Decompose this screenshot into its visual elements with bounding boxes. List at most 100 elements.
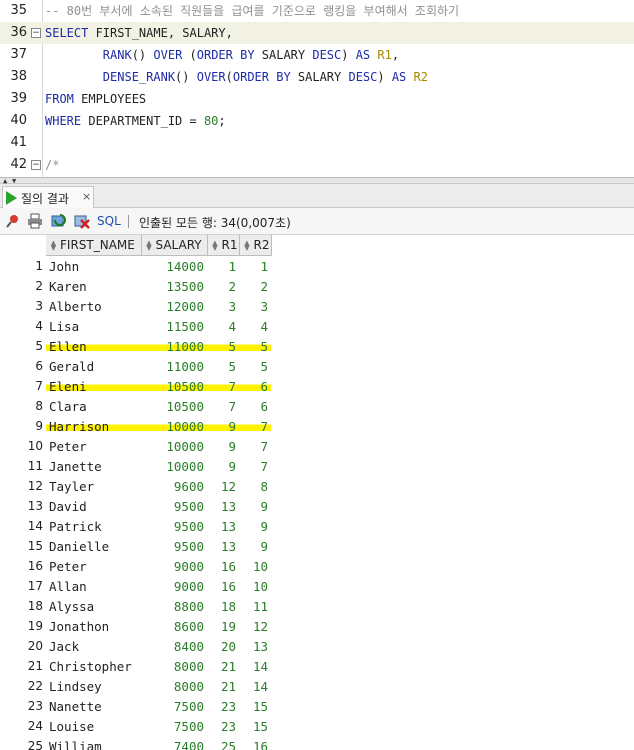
cell-r1[interactable]: 23 — [207, 696, 239, 716]
cell-r2[interactable]: 9 — [239, 536, 271, 556]
cell-first-name[interactable]: William — [46, 736, 141, 750]
row-number[interactable]: 19 — [0, 616, 46, 636]
code-text[interactable]: SELECT FIRST_NAME, SALARY, — [45, 22, 233, 44]
cell-salary[interactable]: 8000 — [141, 656, 207, 676]
cell-r1[interactable]: 25 — [207, 736, 239, 750]
code-line[interactable]: 38 DENSE_RANK() OVER(ORDER BY SALARY DES… — [0, 66, 634, 88]
cell-r1[interactable]: 7 — [207, 376, 239, 396]
cell-first-name[interactable]: Tayler — [46, 476, 141, 496]
cell-r1[interactable]: 13 — [207, 496, 239, 516]
cell-r2[interactable]: 4 — [239, 316, 271, 336]
cell-r2[interactable]: 16 — [239, 736, 271, 750]
sql-button[interactable]: SQL — [97, 214, 121, 228]
cell-salary[interactable]: 11500 — [141, 316, 207, 336]
row-number[interactable]: 21 — [0, 656, 46, 676]
cell-r2[interactable]: 5 — [239, 336, 271, 356]
close-icon[interactable]: × — [82, 190, 91, 203]
cell-salary[interactable]: 10000 — [141, 416, 207, 436]
cell-r2[interactable]: 11 — [239, 596, 271, 616]
cell-r1[interactable]: 19 — [207, 616, 239, 636]
cell-salary[interactable]: 8400 — [141, 636, 207, 656]
code-line[interactable]: 35 -- 80번 부서에 소속된 직원들을 급여를 기준으로 랭킹을 부여해서 … — [0, 0, 634, 22]
table-row[interactable]: 24 Louise 7500 23 15 — [0, 716, 271, 736]
cell-first-name[interactable]: Lisa — [46, 316, 141, 336]
row-number[interactable]: 3 — [0, 296, 46, 316]
cell-r1[interactable]: 21 — [207, 676, 239, 696]
cell-first-name[interactable]: Karen — [46, 276, 141, 296]
table-row[interactable]: 8 Clara 10500 7 6 — [0, 396, 271, 416]
table-row[interactable]: 10 Peter 10000 9 7 — [0, 436, 271, 456]
cell-first-name[interactable]: Alyssa — [46, 596, 141, 616]
tab-query-result[interactable]: 질의 결과 × — [2, 186, 94, 208]
code-text[interactable]: -- 80번 부서에 소속된 직원들을 급여를 기준으로 랭킹을 부여해서 조회… — [45, 0, 459, 22]
cell-salary[interactable]: 13500 — [141, 276, 207, 296]
cell-r2[interactable]: 5 — [239, 356, 271, 376]
cell-r1[interactable]: 13 — [207, 516, 239, 536]
code-line[interactable]: 42−/* — [0, 154, 634, 176]
cell-salary[interactable]: 10500 — [141, 376, 207, 396]
cell-first-name[interactable]: Danielle — [46, 536, 141, 556]
row-number[interactable]: 13 — [0, 496, 46, 516]
cell-salary[interactable]: 12000 — [141, 296, 207, 316]
sql-editor[interactable]: 35 -- 80번 부서에 소속된 직원들을 급여를 기준으로 랭킹을 부여해서 … — [0, 0, 634, 177]
column-header-salary[interactable]: ▲ ▼ SALARY — [141, 235, 208, 256]
table-row[interactable]: 16 Peter 9000 16 10 — [0, 556, 271, 576]
cell-salary[interactable]: 11000 — [141, 356, 207, 376]
cell-r2[interactable]: 10 — [239, 556, 271, 576]
cell-salary[interactable]: 7500 — [141, 696, 207, 716]
cell-first-name[interactable]: Ellen — [46, 336, 141, 356]
cell-first-name[interactable]: Eleni — [46, 376, 141, 396]
print-icon[interactable] — [27, 213, 43, 229]
table-row[interactable]: 22 Lindsey 8000 21 14 — [0, 676, 271, 696]
column-header-first-name[interactable]: ▲ ▼ FIRST_NAME — [46, 235, 142, 256]
cell-first-name[interactable]: Jack — [46, 636, 141, 656]
row-number[interactable]: 20 — [0, 636, 46, 656]
table-row[interactable]: 11 Janette 10000 9 7 — [0, 456, 271, 476]
cell-r1[interactable]: 4 — [207, 316, 239, 336]
table-row[interactable]: 25 William 7400 25 16 — [0, 736, 271, 750]
row-number[interactable]: 16 — [0, 556, 46, 576]
table-row[interactable]: 12 Tayler 9600 12 8 — [0, 476, 271, 496]
cell-r1[interactable]: 1 — [207, 256, 239, 277]
cell-r2[interactable]: 7 — [239, 416, 271, 436]
cell-first-name[interactable]: Louise — [46, 716, 141, 736]
cell-r2[interactable]: 13 — [239, 636, 271, 656]
code-line[interactable]: 36− SELECT FIRST_NAME, SALARY, — [0, 22, 634, 44]
cell-r1[interactable]: 13 — [207, 536, 239, 556]
results-grid[interactable]: ▲ ▼ FIRST_NAME ▲ ▼ SALARY ▲ ▼ R1 ▲ ▼ R2 1 John 140… — [0, 235, 634, 750]
cell-first-name[interactable]: John — [46, 256, 141, 277]
cell-salary[interactable]: 10000 — [141, 456, 207, 476]
cell-salary[interactable]: 8000 — [141, 676, 207, 696]
cancel-icon[interactable] — [74, 213, 90, 229]
cell-first-name[interactable]: Gerald — [46, 356, 141, 376]
cell-r1[interactable]: 9 — [207, 416, 239, 436]
cell-first-name[interactable]: Clara — [46, 396, 141, 416]
table-row[interactable]: 14 Patrick 9500 13 9 — [0, 516, 271, 536]
row-number[interactable]: 5 — [0, 336, 46, 356]
row-number[interactable]: 12 — [0, 476, 46, 496]
row-number[interactable]: 7 — [0, 376, 46, 396]
table-row[interactable]: 6 Gerald 11000 5 5 — [0, 356, 271, 376]
cell-r1[interactable]: 9 — [207, 456, 239, 476]
pane-splitter[interactable]: ▲ ▼ — [0, 177, 634, 185]
cell-first-name[interactable]: David — [46, 496, 141, 516]
cell-r2[interactable]: 7 — [239, 456, 271, 476]
cell-salary[interactable]: 9500 — [141, 496, 207, 516]
cell-first-name[interactable]: Allan — [46, 576, 141, 596]
row-number[interactable]: 17 — [0, 576, 46, 596]
cell-r2[interactable]: 3 — [239, 296, 271, 316]
table-row[interactable]: 13 David 9500 13 9 — [0, 496, 271, 516]
code-line[interactable]: 39 FROM EMPLOYEES — [0, 88, 634, 110]
cell-r2[interactable]: 14 — [239, 676, 271, 696]
cell-first-name[interactable]: Christopher — [46, 656, 141, 676]
table-row[interactable]: 15 Danielle 9500 13 9 — [0, 536, 271, 556]
pin-icon[interactable] — [5, 213, 21, 229]
row-number[interactable]: 14 — [0, 516, 46, 536]
row-number[interactable]: 25 — [0, 736, 46, 750]
cell-salary[interactable]: 8600 — [141, 616, 207, 636]
cell-salary[interactable]: 9000 — [141, 576, 207, 596]
cell-salary[interactable]: 7400 — [141, 736, 207, 750]
table-row[interactable]: 1 John 14000 1 1 — [0, 256, 271, 277]
row-number[interactable]: 24 — [0, 716, 46, 736]
cell-salary[interactable]: 14000 — [141, 256, 207, 277]
